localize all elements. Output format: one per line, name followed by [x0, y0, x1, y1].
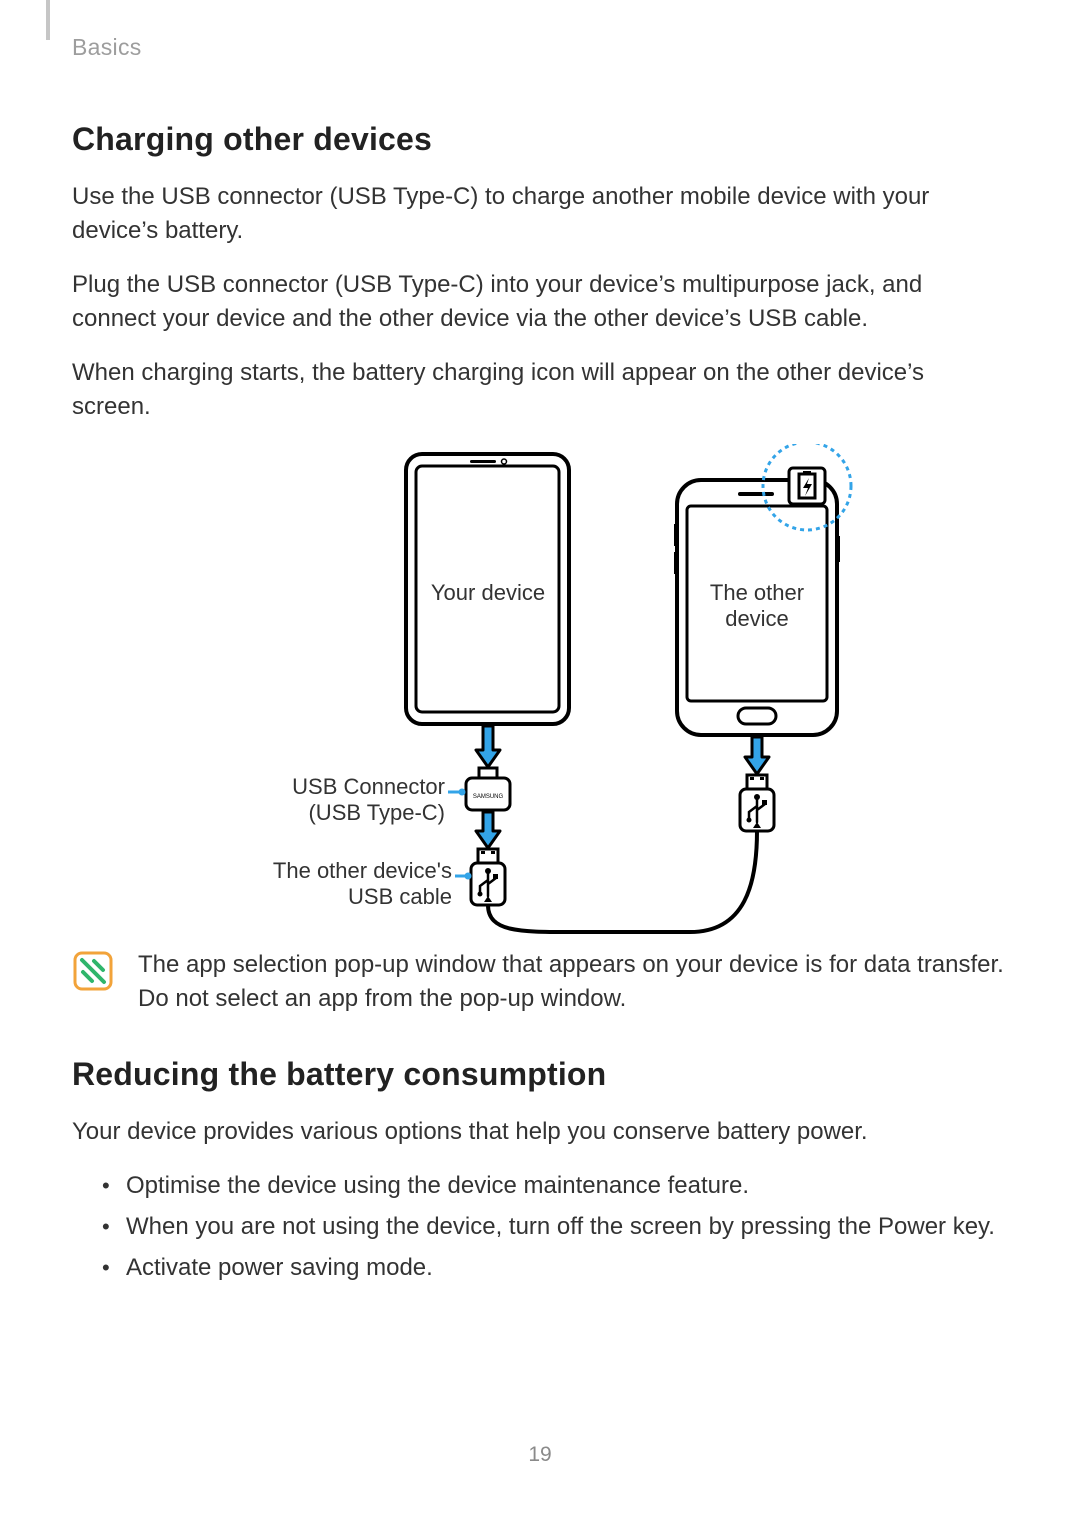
svg-text:SAMSUNG: SAMSUNG [473, 794, 504, 800]
para2: Plug the USB connector (USB Type-C) into… [72, 268, 1008, 336]
arrow-up-mid-icon [476, 812, 500, 848]
usb-plug-left-icon [471, 849, 505, 905]
page: Basics Charging other devices Use the US… [0, 0, 1080, 1527]
arrow-up-right-icon [745, 737, 769, 774]
list-item: When you are not using the device, turn … [102, 1210, 1008, 1244]
list-item: Activate power saving mode. [102, 1251, 1008, 1285]
heading-reducing-battery: Reducing the battery consumption [72, 1056, 1008, 1093]
breadcrumb: Basics [72, 34, 1008, 61]
diagram-svg: Your device The other device [190, 444, 890, 934]
section2-intro: Your device provides various options tha… [72, 1115, 1008, 1149]
arrow-up-left-icon [476, 726, 500, 767]
usb-plug-right-icon [740, 775, 774, 831]
charging-diagram: Your device The other device [72, 444, 1008, 934]
other-cable-label-1: The other device's [273, 858, 452, 883]
other-cable-label-2: USB cable [348, 884, 452, 909]
bullet-list: Optimise the device using the device mai… [72, 1169, 1008, 1285]
usb-connector-icon: SAMSUNG [466, 768, 510, 810]
list-item: Optimise the device using the device mai… [102, 1169, 1008, 1203]
header-mark [46, 0, 50, 40]
para3: When charging starts, the battery chargi… [72, 356, 1008, 424]
pointer-other-cable-icon [455, 873, 472, 880]
note-icon [72, 950, 114, 992]
your-device-label: Your device [431, 580, 545, 605]
pointer-usb-connector-icon [448, 789, 466, 796]
page-number: 19 [0, 1443, 1080, 1467]
cable-path-icon [488, 831, 757, 932]
para1: Use the USB connector (USB Type-C) to ch… [72, 180, 1008, 248]
note-row: The app selection pop-up window that app… [72, 948, 1008, 1016]
heading-charging-other-devices: Charging other devices [72, 121, 1008, 158]
other-device-label-2: device [725, 606, 789, 631]
usb-connector-label-2: (USB Type-C) [308, 800, 445, 825]
usb-connector-label-1: USB Connector [292, 774, 445, 799]
note-text: The app selection pop-up window that app… [138, 948, 1008, 1016]
other-device-label-1: The other [710, 580, 804, 605]
